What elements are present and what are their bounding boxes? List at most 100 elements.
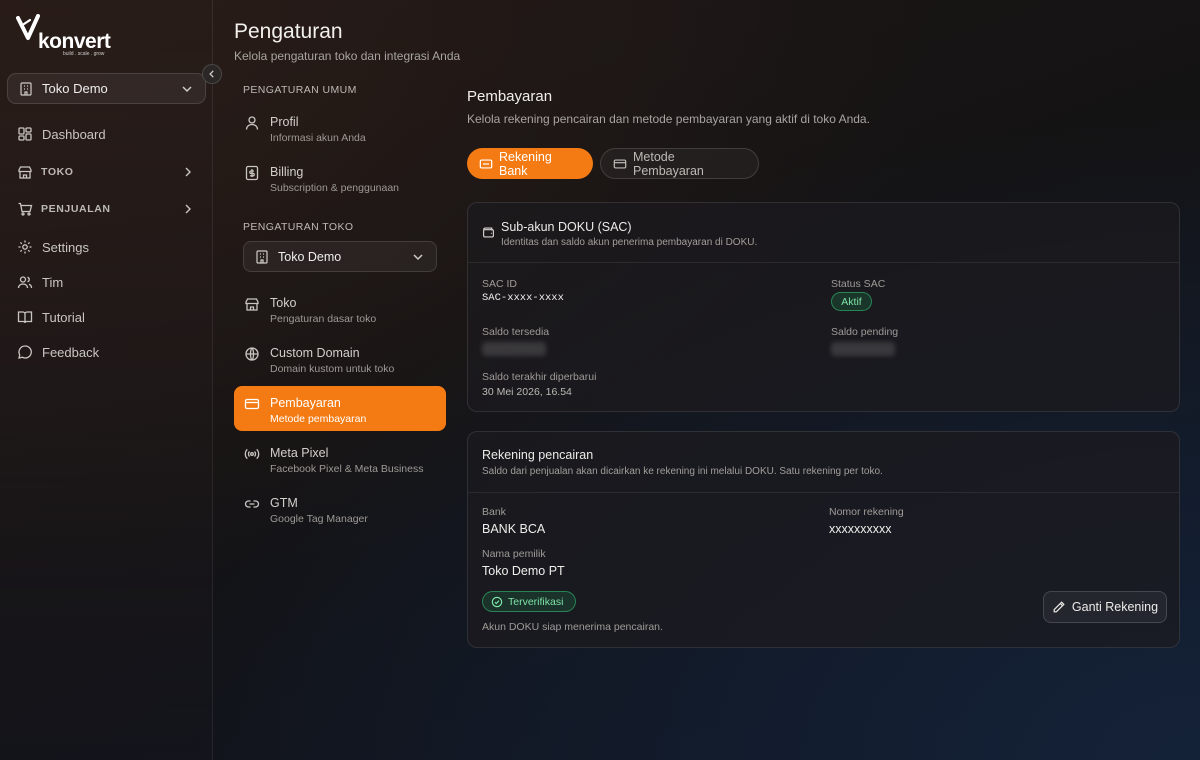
tab-rekening-bank[interactable]: Rekening Bank [467,148,593,179]
sac-id-value: SAC-xxxx-xxxx [482,292,564,304]
settings-item-gtm[interactable]: GTM Google Tag Manager [234,486,446,531]
verified-badge: Terverifikasi [482,591,576,612]
sidebar-item-dashboard[interactable]: Dashboard [8,119,206,149]
cart-icon [17,201,33,217]
wallet-icon [482,226,495,239]
sac-card-title: Sub-akun DOKU (SAC) [501,220,632,234]
updated-value: 30 Mei 2026, 16.54 [482,386,572,398]
ganti-rekening-label: Ganti Rekening [1071,600,1159,614]
settings-store-selector[interactable]: Toko Demo [243,241,437,272]
sidebar-section-label: TOKO [41,166,74,178]
rekening-note: Akun DOKU siap menerima pencairan. [482,621,663,633]
billing-icon [244,165,260,181]
settings-item-desc: Pengaturan dasar toko [270,313,377,325]
chevron-right-icon [180,164,196,180]
sidebar-item-feedback[interactable]: Feedback [8,337,206,367]
store-selector-label: Toko Demo [42,81,108,96]
settings-item-title: Custom Domain [270,346,360,360]
sidebar-item-settings[interactable]: Settings [8,232,206,262]
settings-item-billing[interactable]: Billing Subscription & penggunaan [234,155,446,200]
nomor-rekening-value: xxxxxxxxxx [829,522,892,536]
sac-status-label: Status SAC [831,278,886,290]
bank-value: BANK BCA [482,522,546,536]
globe-icon [244,346,260,362]
store-selector[interactable]: Toko Demo [7,73,206,104]
tab-label: Metode Pembayaran [633,149,704,178]
saldo-tersedia-redacted [482,342,546,356]
settings-store-heading: PENGATURAN TOKO [243,221,354,233]
saldo-pending-label: Saldo pending [831,326,899,338]
brand-logo[interactable]: konvert build . scale . grow [16,14,116,57]
building-icon [254,249,270,265]
rekening-card-header [468,432,1179,493]
saldo-tersedia-label: Saldo tersedia [482,326,550,338]
settings-item-title: Meta Pixel [270,446,329,460]
section-subtitle: Kelola rekening pencairan dan metode pem… [467,112,870,126]
sidebar-item-label: Settings [42,239,89,255]
rekening-card-subtitle: Saldo dari penjualan akan dicairkan ke r… [482,466,883,477]
rekening-card-title: Rekening pencairan [482,448,594,462]
settings-item-meta-pixel[interactable]: Meta Pixel Facebook Pixel & Meta Business [234,436,446,481]
settings-item-title: GTM [270,496,298,510]
chevron-right-icon [180,201,196,217]
settings-item-title: Toko [270,296,297,310]
status-badge: Aktif [831,292,872,311]
link-icon [244,496,260,512]
settings-item-title: Profil [270,115,299,129]
tab-metode-pembayaran[interactable]: Metode Pembayaran [600,148,759,179]
settings-item-desc: Facebook Pixel & Meta Business [270,463,424,475]
sidebar-item-toko[interactable]: TOKO [8,157,206,187]
credit-card-icon [244,396,260,412]
updated-label: Saldo terakhir diperbarui [482,371,597,383]
chevron-left-icon [207,69,217,79]
settings-item-desc: Informasi akun Anda [270,132,366,144]
pencil-icon [1052,600,1066,614]
credit-card-icon [613,157,627,171]
tab-label: Rekening Bank [499,149,552,178]
page-subtitle: Kelola pengaturan toko dan integrasi And… [234,49,461,63]
sidebar-item-label: Dashboard [42,126,106,142]
book-icon [17,309,33,325]
sidebar-item-penjualan[interactable]: PENJUALAN [8,194,206,224]
sidebar-item-label: Tim [42,274,64,290]
settings-item-title: Pembayaran [270,396,341,410]
nama-pemilik-value: Toko Demo PT [482,564,565,578]
settings-store-selector-label: Toko Demo [278,249,342,264]
store-icon [244,296,260,312]
gear-icon [17,239,33,255]
settings-item-pembayaran[interactable]: Pembayaran Metode pembayaran [234,386,446,431]
nama-pemilik-label: Nama pemilik [482,548,546,560]
section-title: Pembayaran [467,88,553,105]
settings-item-desc: Subscription & penggunaan [270,182,400,194]
check-circle-icon [491,596,503,608]
collapse-sidebar-button[interactable] [202,64,222,84]
bank-label: Bank [482,506,506,518]
store-icon [17,164,33,180]
settings-item-profil[interactable]: Profil Informasi akun Anda [234,105,446,150]
sidebar-item-tim[interactable]: Tim [8,267,206,297]
nomor-rekening-label: Nomor rekening [829,506,904,518]
sidebar: konvert build . scale . grow Toko Demo D… [0,0,213,760]
building-icon [18,81,34,97]
sac-card-subtitle: Identitas dan saldo akun penerima pembay… [501,237,758,248]
sac-id-label: SAC ID [482,278,518,290]
settings-item-custom-domain[interactable]: Custom Domain Domain kustom untuk toko [234,336,446,381]
bank-card-icon [479,157,493,171]
settings-item-desc: Metode pembayaran [270,413,367,425]
rekening-card: Rekening pencairan Saldo dari penjualan … [467,431,1180,648]
sidebar-item-label: Feedback [42,344,100,360]
sac-card: Sub-akun DOKU (SAC) Identitas dan saldo … [467,202,1180,412]
settings-item-title: Billing [270,165,304,179]
brand-tagline: build . scale . grow [63,51,105,57]
settings-general-heading: PENGATURAN UMUM [243,84,357,96]
sidebar-item-tutorial[interactable]: Tutorial [8,302,206,332]
verified-label: Terverifikasi [508,595,564,608]
settings-item-desc: Google Tag Manager [270,513,368,525]
settings-item-toko[interactable]: Toko Pengaturan dasar toko [234,286,446,331]
page-title: Pengaturan [234,20,343,43]
user-icon [244,115,260,131]
ganti-rekening-button[interactable]: Ganti Rekening [1043,591,1167,623]
settings-item-desc: Domain kustom untuk toko [270,363,395,375]
sidebar-section-label: PENJUALAN [41,203,111,215]
chevron-down-icon [410,249,426,265]
